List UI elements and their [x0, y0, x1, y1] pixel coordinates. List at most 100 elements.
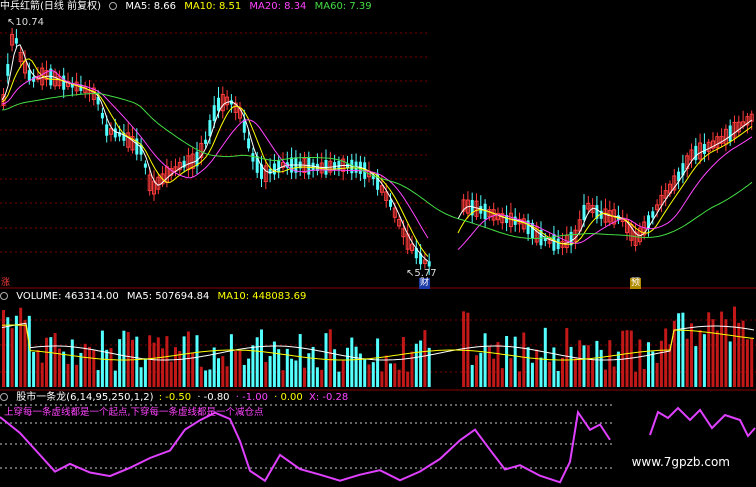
- volume-bar[interactable]: [242, 364, 246, 387]
- volume-bar[interactable]: [251, 345, 255, 387]
- volume-bar[interactable]: [702, 334, 706, 387]
- volume-bar[interactable]: [582, 345, 586, 387]
- volume-bar[interactable]: [195, 335, 199, 387]
- candle[interactable]: [681, 154, 685, 184]
- volume-bar[interactable]: [113, 370, 117, 387]
- volume-bar[interactable]: [380, 371, 384, 387]
- volume-bar[interactable]: [371, 362, 375, 387]
- volume-bar[interactable]: [599, 349, 603, 387]
- volume-bar[interactable]: [14, 315, 18, 387]
- candle[interactable]: [91, 83, 96, 106]
- volume-bar[interactable]: [131, 339, 134, 387]
- settings-circle-icon[interactable]: [109, 2, 118, 10]
- candle[interactable]: [177, 157, 182, 177]
- volume-bar[interactable]: [281, 370, 285, 387]
- candle[interactable]: [422, 253, 427, 269]
- volume-bar[interactable]: [397, 369, 401, 387]
- settings-circle-icon[interactable]: [0, 393, 8, 401]
- candle[interactable]: [603, 198, 608, 227]
- candle[interactable]: [143, 160, 147, 175]
- volume-bar[interactable]: [389, 363, 392, 387]
- volume-bar[interactable]: [518, 371, 521, 387]
- volume-bar[interactable]: [634, 371, 638, 387]
- volume-bar[interactable]: [565, 328, 569, 387]
- volume-bar[interactable]: [75, 364, 79, 387]
- candle[interactable]: [319, 152, 324, 178]
- volume-bar[interactable]: [539, 357, 543, 387]
- candle[interactable]: [405, 224, 410, 255]
- volume-bar[interactable]: [268, 356, 272, 387]
- volume-bar[interactable]: [337, 371, 341, 387]
- volume-bar[interactable]: [277, 349, 281, 387]
- volume-bar[interactable]: [139, 367, 143, 387]
- volume-bar[interactable]: [401, 337, 405, 387]
- volume-bar[interactable]: [492, 358, 496, 387]
- candle[interactable]: [672, 168, 677, 195]
- volume-bar[interactable]: [720, 311, 724, 387]
- candle[interactable]: [474, 193, 479, 220]
- volume-bar[interactable]: [509, 358, 513, 387]
- volume-bar[interactable]: [260, 329, 263, 387]
- volume-bar[interactable]: [264, 361, 268, 387]
- volume-bar[interactable]: [419, 340, 423, 387]
- volume-bar[interactable]: [578, 340, 582, 387]
- candle[interactable]: [290, 147, 294, 180]
- candle[interactable]: [44, 60, 49, 87]
- volume-bar[interactable]: [143, 358, 147, 387]
- volume-bar[interactable]: [427, 347, 431, 387]
- volume-bar[interactable]: [294, 360, 298, 387]
- candle[interactable]: [517, 212, 522, 233]
- volume-bar[interactable]: [298, 334, 302, 387]
- volume-bar[interactable]: [6, 317, 10, 387]
- candle[interactable]: [496, 207, 500, 225]
- candle[interactable]: [260, 155, 263, 188]
- volume-bar[interactable]: [10, 328, 14, 387]
- candle[interactable]: [10, 27, 15, 52]
- volume-bar[interactable]: [724, 319, 728, 387]
- volume-bar[interactable]: [135, 336, 139, 387]
- volume-bar[interactable]: [715, 330, 719, 387]
- candle[interactable]: [233, 96, 238, 121]
- candle[interactable]: [479, 195, 483, 219]
- volume-bar[interactable]: [105, 349, 109, 387]
- candlesticks[interactable]: [1, 27, 754, 275]
- candle[interactable]: [590, 198, 595, 218]
- volume-bar[interactable]: [406, 371, 410, 387]
- volume-bar[interactable]: [221, 356, 225, 387]
- candle[interactable]: [711, 132, 715, 152]
- volume-bar[interactable]: [186, 331, 190, 387]
- volume-bar[interactable]: [92, 349, 96, 387]
- volume-bar[interactable]: [535, 349, 539, 387]
- volume-bar[interactable]: [333, 349, 337, 387]
- volume-bar[interactable]: [728, 341, 732, 387]
- volume-bar[interactable]: [642, 368, 646, 387]
- settings-circle-icon[interactable]: [0, 292, 8, 300]
- candle[interactable]: [164, 158, 169, 188]
- volume-bar[interactable]: [229, 334, 233, 387]
- volume-bar[interactable]: [647, 342, 650, 387]
- volume-bar[interactable]: [238, 350, 242, 387]
- volume-bar[interactable]: [526, 347, 530, 387]
- volume-bar[interactable]: [199, 366, 203, 387]
- volume-bar[interactable]: [36, 349, 40, 387]
- candle[interactable]: [547, 233, 552, 248]
- volume-bar[interactable]: [543, 327, 547, 387]
- candle[interactable]: [483, 199, 487, 229]
- volume-bar[interactable]: [346, 347, 349, 387]
- candle[interactable]: [70, 76, 74, 97]
- candle[interactable]: [14, 29, 18, 48]
- volume-bar[interactable]: [152, 342, 156, 387]
- candle[interactable]: [677, 167, 681, 190]
- candle[interactable]: [694, 138, 698, 165]
- volume-bar[interactable]: [311, 346, 315, 387]
- candle[interactable]: [625, 213, 629, 241]
- volume-bar[interactable]: [208, 369, 212, 387]
- candle[interactable]: [526, 213, 530, 241]
- volume-bar[interactable]: [733, 306, 736, 387]
- candle[interactable]: [341, 155, 346, 181]
- candle[interactable]: [251, 147, 255, 170]
- volume-bar[interactable]: [341, 360, 345, 387]
- volume-bar[interactable]: [470, 364, 474, 387]
- volume-bar[interactable]: [204, 370, 208, 387]
- event-mark-finance[interactable]: 财: [419, 278, 431, 289]
